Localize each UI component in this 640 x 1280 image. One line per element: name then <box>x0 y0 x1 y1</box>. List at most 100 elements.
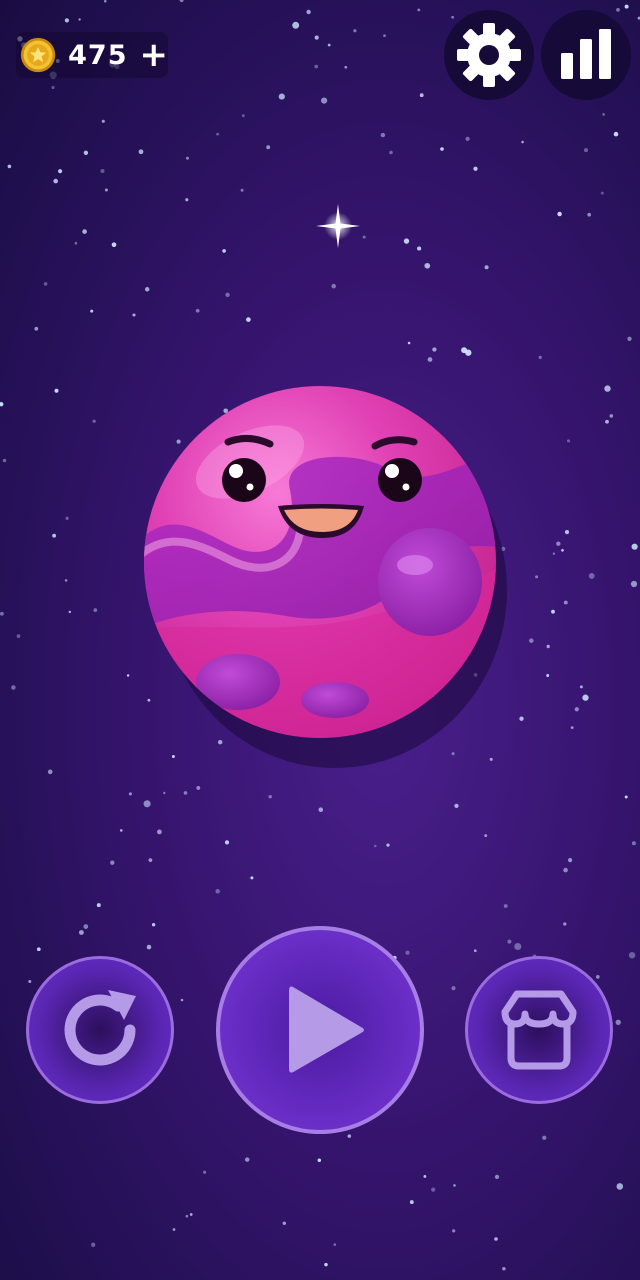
add-coins-button[interactable]: + <box>140 38 169 72</box>
star <box>557 211 562 217</box>
star <box>196 785 201 790</box>
star <box>453 1184 456 1187</box>
star <box>172 1228 176 1231</box>
star <box>494 1237 498 1241</box>
star <box>222 249 226 253</box>
star <box>604 385 611 392</box>
star <box>83 150 89 155</box>
star <box>16 634 21 638</box>
star <box>419 93 424 98</box>
star <box>36 947 41 952</box>
star <box>452 1229 456 1233</box>
star <box>318 807 324 812</box>
restart-icon <box>64 990 136 1066</box>
star <box>185 1214 189 1218</box>
star <box>616 1183 624 1190</box>
star <box>473 949 477 953</box>
star <box>7 164 12 169</box>
play-icon <box>289 986 364 1073</box>
star <box>151 923 156 927</box>
restart-button[interactable] <box>26 956 174 1104</box>
star <box>431 1187 436 1192</box>
star <box>282 1221 286 1226</box>
star <box>423 1174 427 1178</box>
star <box>451 15 454 19</box>
star <box>0 611 4 616</box>
star <box>331 283 336 289</box>
star <box>110 860 115 865</box>
star <box>529 638 534 643</box>
star <box>494 1174 500 1180</box>
star <box>538 355 542 360</box>
leaderboard-button[interactable] <box>541 10 631 100</box>
star <box>473 166 478 171</box>
star <box>78 18 81 21</box>
star <box>266 145 271 150</box>
star <box>83 924 89 929</box>
star <box>561 548 564 552</box>
star <box>47 769 53 775</box>
play-button[interactable] <box>216 926 424 1134</box>
star <box>43 282 48 286</box>
star <box>542 1135 547 1140</box>
star <box>605 419 609 424</box>
star <box>465 136 470 142</box>
star <box>362 235 366 239</box>
star <box>373 844 377 848</box>
star <box>582 694 589 701</box>
star <box>215 889 220 894</box>
star <box>54 388 59 393</box>
shop-button[interactable] <box>465 956 613 1104</box>
star <box>587 212 592 217</box>
star <box>631 841 636 846</box>
star <box>563 600 568 605</box>
star <box>389 150 393 155</box>
star <box>320 97 328 104</box>
star <box>613 131 619 137</box>
star <box>502 1267 506 1271</box>
star <box>484 265 489 270</box>
star <box>11 685 16 690</box>
star <box>185 198 189 202</box>
star <box>327 43 331 47</box>
star <box>82 229 87 234</box>
game-screen: 475 + <box>0 0 640 1280</box>
star <box>574 707 579 712</box>
star <box>427 357 433 362</box>
star <box>535 575 539 579</box>
shop-icon <box>501 990 577 1070</box>
star <box>624 4 629 9</box>
star <box>246 317 251 322</box>
star <box>432 347 437 352</box>
star <box>564 530 570 535</box>
star <box>503 904 508 908</box>
star <box>386 843 390 847</box>
star <box>111 242 117 248</box>
star <box>0 402 4 407</box>
star <box>74 241 78 245</box>
star <box>514 942 522 951</box>
star <box>380 132 386 138</box>
star <box>403 238 410 244</box>
star <box>570 726 574 729</box>
settings-button[interactable] <box>444 10 534 100</box>
star <box>292 21 300 29</box>
star <box>600 191 604 195</box>
star <box>126 674 130 677</box>
star <box>53 178 59 184</box>
star <box>183 791 188 795</box>
star <box>306 9 311 15</box>
star <box>78 930 84 935</box>
star <box>616 8 620 12</box>
star <box>278 93 285 100</box>
star <box>180 998 184 1002</box>
star <box>64 579 68 582</box>
star <box>417 246 422 251</box>
star <box>143 800 151 808</box>
star <box>65 516 69 520</box>
star <box>2 458 7 463</box>
star <box>324 1262 328 1267</box>
star <box>104 188 108 192</box>
star <box>244 1157 250 1162</box>
star <box>52 533 56 538</box>
